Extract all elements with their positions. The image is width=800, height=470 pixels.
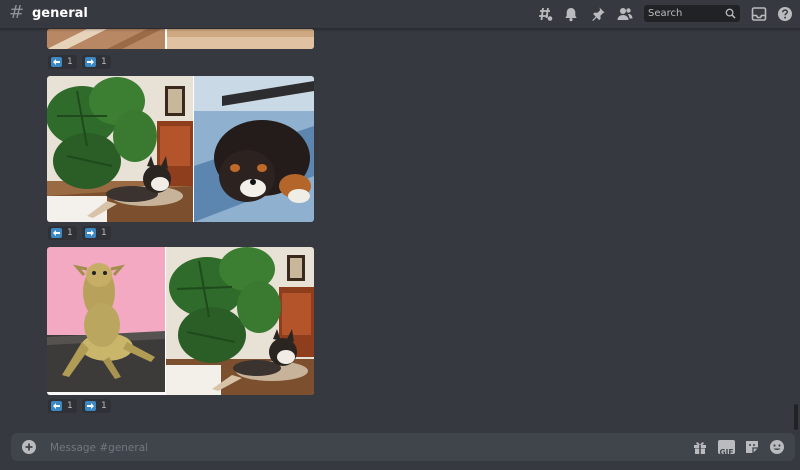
members-icon[interactable] [617,6,633,22]
channel-name: general [32,6,88,21]
right-arrow-emoji [85,401,96,411]
message-input[interactable] [48,433,652,463]
channel-header: # general [0,0,800,29]
reaction-right-arrow[interactable]: 1 [82,226,111,240]
reaction-left-arrow[interactable]: 1 [48,399,77,413]
search-input[interactable] [644,5,726,22]
reaction-left-arrow[interactable]: 1 [48,55,77,69]
gif-icon[interactable]: GIF [718,440,735,457]
right-arrow-emoji [85,228,96,238]
threads-icon[interactable] [537,6,553,22]
scrollbar-thumb[interactable] [794,404,798,430]
help-icon[interactable] [777,6,793,22]
bell-icon[interactable] [563,6,579,22]
reaction-count: 1 [67,401,73,411]
pin-icon[interactable] [590,6,606,22]
left-arrow-emoji [51,401,62,411]
reaction-right-arrow[interactable]: 1 [82,55,111,69]
image-gallery-partial [47,29,314,49]
emoji-icon[interactable] [769,439,785,455]
image-attachment[interactable] [47,247,314,395]
reaction-left-arrow[interactable]: 1 [48,226,77,240]
gif-label: GIF [719,448,734,457]
channel-hash-icon: # [9,2,25,23]
image-attachment[interactable] [47,29,314,49]
inbox-icon[interactable] [751,6,767,22]
reaction-right-arrow[interactable]: 1 [82,399,111,413]
right-arrow-emoji [85,57,96,67]
left-arrow-emoji [51,228,62,238]
reaction-count: 1 [67,228,73,238]
message-composer: GIF [11,433,795,463]
reaction-count: 1 [101,57,107,67]
image-gallery-dragon-dog [47,247,314,395]
message-scrollbar[interactable] [794,30,798,430]
reaction-count: 1 [101,228,107,238]
left-arrow-emoji [51,57,62,67]
search-box[interactable] [644,5,740,22]
add-icon[interactable] [22,440,36,454]
sticker-icon[interactable] [744,439,760,455]
image-attachment[interactable] [47,76,314,222]
reaction-count: 1 [101,401,107,411]
image-gallery-dogs [47,76,314,222]
gift-icon[interactable] [692,439,708,455]
search-icon [725,8,736,19]
reaction-count: 1 [67,57,73,67]
